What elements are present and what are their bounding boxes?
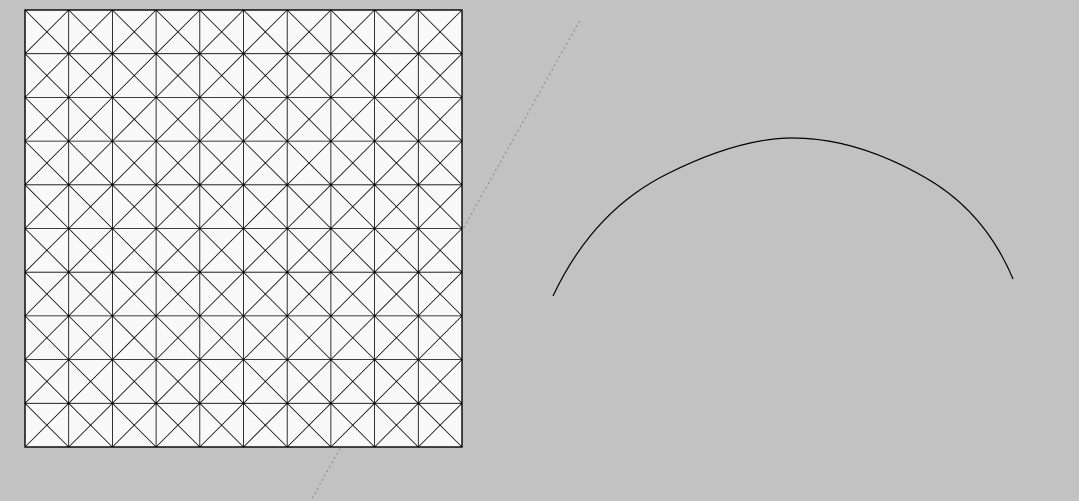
grid-face[interactable] — [25, 10, 462, 447]
modeling-viewport[interactable] — [0, 0, 1079, 501]
grid-edges — [25, 10, 462, 447]
